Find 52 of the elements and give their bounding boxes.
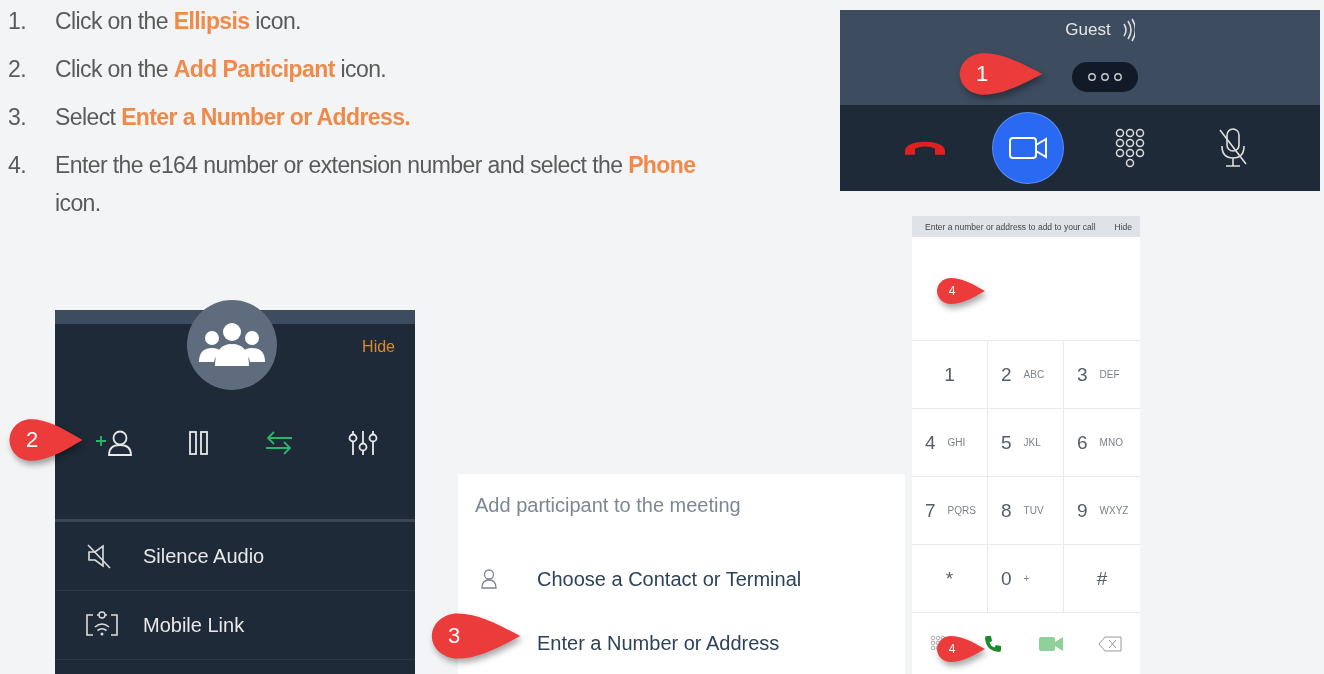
dial-key[interactable]: *	[912, 545, 988, 613]
sound-waves-icon	[1120, 18, 1135, 42]
sliders-icon	[348, 429, 378, 457]
person-icon	[480, 568, 498, 590]
callout-tooltip: 3	[430, 610, 522, 662]
phone-call-button[interactable]	[983, 633, 1004, 654]
hide-button[interactable]: Hide	[1114, 221, 1132, 232]
step-text: Click on the Add Participant icon.	[55, 55, 388, 84]
dialpad-icon	[1115, 128, 1146, 168]
step-text: Select Enter a Number or Address.	[55, 103, 412, 132]
video-call-icon	[1038, 636, 1063, 651]
speaker-muted-icon	[85, 542, 113, 570]
ellipsis-icon	[1085, 72, 1125, 82]
dialpad-header: Enter a number or address to add to your call	[925, 221, 1096, 232]
step-number: 2.	[8, 55, 27, 84]
step-text: Enter the e164 number or extension number and select the Phone icon.	[55, 151, 697, 218]
video-button[interactable]	[992, 113, 1063, 183]
swap-arrows-icon	[264, 430, 294, 456]
dial-key[interactable]: 2 ABC	[988, 341, 1064, 409]
callout-tooltip: 1	[958, 50, 1044, 98]
caller-name: Guest	[1065, 20, 1111, 40]
callout-tooltip: 4	[936, 276, 986, 306]
dial-key[interactable]: 5 JKL	[988, 409, 1064, 477]
ellipsis-button[interactable]	[1072, 62, 1138, 92]
option-item[interactable]: Choose a Contact or Terminal	[537, 567, 802, 591]
backspace-icon	[1098, 635, 1123, 652]
add-participant-icon	[94, 429, 134, 457]
dial-key[interactable]: #	[1064, 545, 1140, 613]
step-number: 3.	[8, 103, 27, 132]
hang-up-icon	[905, 141, 945, 155]
panel-title: Add participant to the meeting	[475, 494, 742, 517]
dial-key[interactable]: 8 TUV	[988, 477, 1064, 545]
menu-item[interactable]: Silence Audio	[143, 544, 265, 568]
phone-call-icon	[983, 633, 1004, 654]
dial-key[interactable]: 7 PQRS	[912, 477, 988, 545]
step-number: 4.	[8, 151, 27, 180]
callout-tooltip: 4	[936, 634, 986, 664]
callout-tooltip: 2	[8, 416, 84, 464]
hide-button[interactable]: Hide	[362, 338, 395, 356]
phone-wifi-icon	[85, 611, 119, 639]
dial-key[interactable]: 3 DEF	[1064, 341, 1140, 409]
dial-key[interactable]: 4 GHI	[912, 409, 988, 477]
dial-key[interactable]: 1	[912, 341, 988, 409]
menu-item[interactable]: Mobile Link	[143, 613, 245, 637]
dial-key[interactable]: 9 WXYZ	[1064, 477, 1140, 545]
dial-key[interactable]: 0 +	[988, 545, 1064, 613]
step-text: Click on the Ellipsis icon.	[55, 7, 302, 36]
pause-icon	[188, 430, 210, 456]
video-icon	[1007, 135, 1048, 161]
option-item[interactable]: Enter a Number or Address	[537, 631, 780, 655]
dial-key[interactable]: 6 MNO	[1064, 409, 1140, 477]
step-number: 1.	[8, 7, 27, 36]
